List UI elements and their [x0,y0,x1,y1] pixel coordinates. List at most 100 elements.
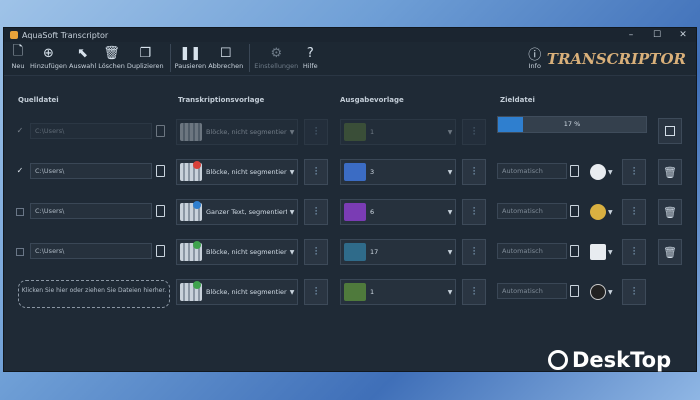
add-button[interactable]: ⊕ Hinzufügen [30,44,67,71]
equalizer-button[interactable]: ⫶ [304,119,328,145]
format-select[interactable]: ▼ [590,163,618,181]
row-checkbox[interactable]: ✓ [16,127,24,136]
col-destination: Zieldatei [500,96,535,104]
equalizer-button[interactable]: ⫶ [622,199,646,225]
document-icon[interactable] [570,285,579,297]
duplicate-icon: ❐ [139,45,152,61]
output-thumb [344,283,366,301]
drop-zone[interactable]: Klicken Sie hier oder ziehen Sie Dateien… [18,280,170,308]
chevron-down-icon: ▼ [608,168,613,176]
duplicate-button[interactable]: ❐ Duplizieren [127,44,164,71]
source-field[interactable]: C:\Users\ [30,203,152,219]
minimize-button[interactable]: – [618,28,644,42]
source-field[interactable]: C:\Users\ [30,163,152,179]
info-badge [193,201,201,209]
format-icon [590,164,606,180]
template-select[interactable]: Ganzer Text, segmentiert ▼ [176,199,298,225]
selection-button[interactable]: ⬉ Auswahl [69,44,96,71]
table-row[interactable]: C:\Users\ Ganzer Text, segmentiert ▼ ⫶ 6… [0,196,700,228]
format-select[interactable]: ▼ [590,243,618,261]
chevron-down-icon: ▼ [447,288,453,296]
output-select[interactable]: 1 ▼ [340,279,456,305]
template-select[interactable]: Blöcke, nicht segmentier ▼ [176,119,298,145]
col-output: Ausgabevorlage [340,96,404,104]
progress-bar: 17 % [497,116,647,133]
new-button[interactable]: 🗋 Neu [8,44,28,70]
cancel-button[interactable]: ☐ Abbrechen [208,44,243,71]
format-select[interactable]: ▼ [590,283,618,301]
output-thumb [344,123,366,141]
template-select[interactable]: Blöcke, nicht segmentier ▼ [176,239,298,265]
watermark-logo-icon [548,350,568,370]
stop-button[interactable] [658,118,682,144]
title-bar: AquaSoft Transcriptor – ☐ ✕ [4,28,696,42]
equalizer-button[interactable]: ⫶ [462,239,486,265]
document-icon[interactable] [570,165,579,177]
template-select[interactable]: Blöcke, nicht segmentier ▼ [176,159,298,185]
chevron-down-icon: ▼ [608,288,613,296]
help-button[interactable]: ? Hilfe [300,44,320,71]
chevron-down-icon: ▼ [289,168,295,176]
template-select[interactable]: Blöcke, nicht segmentier ▼ [176,279,298,305]
equalizer-button[interactable]: ⫶ [462,199,486,225]
destination-field[interactable]: Automatisch [497,243,567,259]
cursor-icon: ⬉ [77,45,89,61]
output-select[interactable]: 6 ▼ [340,199,456,225]
destination-field[interactable]: Automatisch [497,163,567,179]
equalizer-button[interactable]: ⫶ [462,119,486,145]
delete-button[interactable]: 🗑 Löschen [98,44,125,71]
equalizer-button[interactable]: ⫶ [304,279,328,305]
equalizer-button[interactable]: ⫶ [462,159,486,185]
row-checkbox[interactable]: ✓ [16,167,24,176]
document-icon[interactable] [156,125,165,137]
watermark-text: DeskTop [572,348,672,372]
destination-field[interactable]: Automatisch [497,203,567,219]
close-button[interactable]: ✕ [670,28,696,42]
delete-row-button[interactable]: 🗑 [658,239,682,265]
format-select[interactable]: ▼ [590,203,618,221]
delete-row-button[interactable]: 🗑 [658,199,682,225]
table-row[interactable]: ✓ C:\Users\ Blöcke, nicht segmentier ▼ ⫶… [0,156,700,188]
equalizer-button[interactable]: ⫶ [622,159,646,185]
chevron-down-icon: ▼ [289,288,295,296]
template-value: Ganzer Text, segmentiert [206,208,287,216]
chevron-down-icon: ▼ [447,248,453,256]
pause-button[interactable]: ❚❚ Pausieren [175,44,207,71]
app-logo: TRANSCRIPTOR [546,50,686,68]
equalizer-button[interactable]: ⫶ [304,199,328,225]
document-icon[interactable] [156,165,165,177]
row-checkbox[interactable] [16,248,24,256]
maximize-button[interactable]: ☐ [644,28,670,42]
document-icon[interactable] [156,205,165,217]
ok-badge [193,241,201,249]
document-icon[interactable] [570,205,579,217]
equalizer-button[interactable]: ⫶ [622,239,646,265]
progress-label: 17 % [563,120,581,128]
trash-icon: 🗑 [103,45,120,61]
equalizer-button[interactable]: ⫶ [304,159,328,185]
row-checkbox[interactable] [16,208,24,216]
delete-row-button[interactable]: 🗑 [658,159,682,185]
equalizer-button[interactable]: ⫶ [622,279,646,305]
window-title: AquaSoft Transcriptor [22,30,109,40]
output-select[interactable]: 1 ▼ [340,119,456,145]
output-thumb [344,203,366,221]
source-field[interactable]: C:\Users\ [30,123,152,139]
output-value: 1 [370,128,375,136]
table-row[interactable]: C:\Users\ Blöcke, nicht segmentier ▼ ⫶ 1… [0,236,700,268]
help-icon: ? [306,45,314,61]
output-select[interactable]: 3 ▼ [340,159,456,185]
chevron-down-icon: ▼ [608,248,613,256]
settings-button[interactable]: ⚙ Einstellungen [254,44,298,71]
document-icon[interactable] [570,245,579,257]
equalizer-button[interactable]: ⫶ [462,279,486,305]
destination-field[interactable]: Automatisch [497,283,567,299]
info-button[interactable]: ⓘ Info [525,44,545,71]
equalizer-button[interactable]: ⫶ [304,239,328,265]
column-headers: Quelldatei Transkriptionsvorlage Ausgabe… [14,68,700,104]
output-value: 1 [370,288,375,296]
document-icon[interactable] [156,245,165,257]
source-field[interactable]: C:\Users\ [30,243,152,259]
output-select[interactable]: 17 ▼ [340,239,456,265]
chevron-down-icon: ▼ [608,208,613,216]
